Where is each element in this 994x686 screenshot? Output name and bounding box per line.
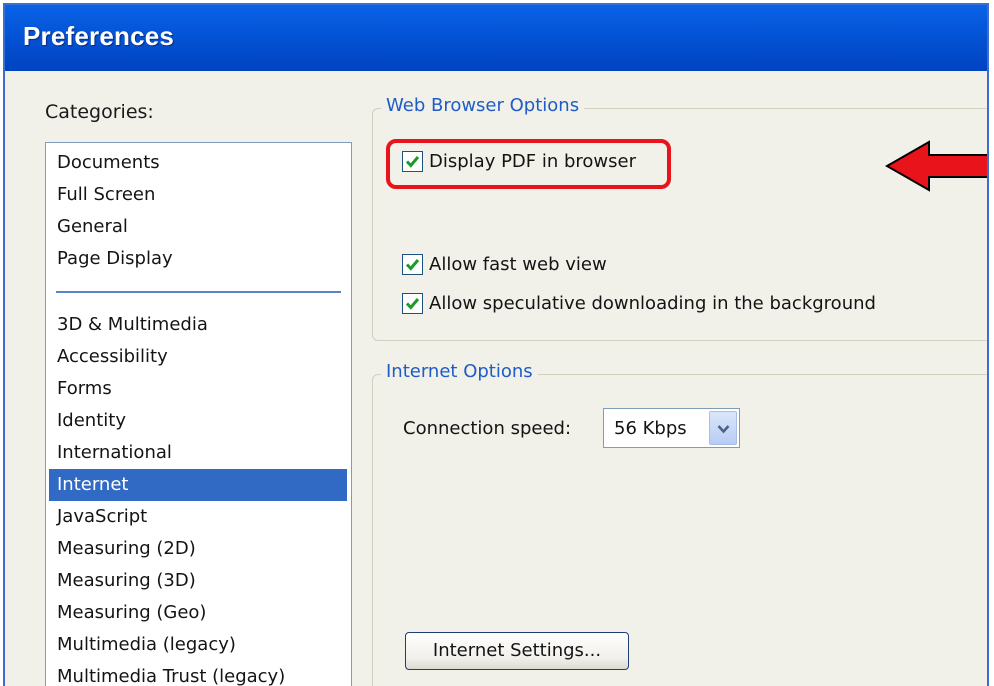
- connection-speed-select[interactable]: 56 Kbps: [603, 408, 740, 448]
- checkmark-icon: [405, 259, 420, 271]
- category-item-measuring-2d[interactable]: Measuring (2D): [51, 533, 341, 565]
- allow-speculative-downloading-checkbox[interactable]: [402, 293, 423, 314]
- allow-speculative-downloading-label: Allow speculative downloading in the bac…: [429, 293, 876, 314]
- category-item-accessibility[interactable]: Accessibility: [51, 341, 341, 373]
- category-item-3d-multimedia[interactable]: 3D & Multimedia: [51, 309, 341, 341]
- category-item-measuring-3d[interactable]: Measuring (3D): [51, 565, 341, 597]
- allow-fast-web-view-label: Allow fast web view: [429, 254, 607, 275]
- checkmark-icon: [405, 298, 420, 310]
- category-separator: [56, 291, 341, 293]
- categories-label: Categories:: [45, 101, 154, 123]
- preferences-window: Preferences Categories: Documents Full S…: [3, 3, 989, 686]
- highlight-box: [386, 139, 671, 189]
- category-item-documents[interactable]: Documents: [51, 147, 341, 179]
- category-item-page-display[interactable]: Page Display: [51, 243, 341, 275]
- connection-speed-value: 56 Kbps: [614, 418, 687, 439]
- chevron-down-icon: [717, 425, 730, 434]
- red-arrow-icon: [885, 140, 987, 192]
- window-title: Preferences: [23, 21, 175, 51]
- internet-options-legend: Internet Options: [381, 361, 538, 382]
- category-item-full-screen[interactable]: Full Screen: [51, 179, 341, 211]
- dropdown-button[interactable]: [709, 411, 737, 445]
- category-item-multimedia-legacy[interactable]: Multimedia (legacy): [51, 629, 341, 661]
- web-browser-options-legend: Web Browser Options: [381, 95, 585, 116]
- categories-list[interactable]: Documents Full Screen General Page Displ…: [45, 142, 352, 686]
- category-item-internet[interactable]: Internet: [49, 469, 347, 501]
- category-item-forms[interactable]: Forms: [51, 373, 341, 405]
- title-bar[interactable]: Preferences: [5, 5, 987, 71]
- category-item-javascript[interactable]: JavaScript: [51, 501, 341, 533]
- internet-settings-button[interactable]: Internet Settings...: [405, 632, 629, 670]
- category-item-measuring-geo[interactable]: Measuring (Geo): [51, 597, 341, 629]
- category-item-identity[interactable]: Identity: [51, 405, 341, 437]
- category-item-multimedia-trust-legacy[interactable]: Multimedia Trust (legacy): [51, 661, 341, 686]
- category-item-international[interactable]: International: [51, 437, 341, 469]
- allow-fast-web-view-checkbox[interactable]: [402, 254, 423, 275]
- connection-speed-label: Connection speed:: [403, 418, 572, 439]
- category-item-general[interactable]: General: [51, 211, 341, 243]
